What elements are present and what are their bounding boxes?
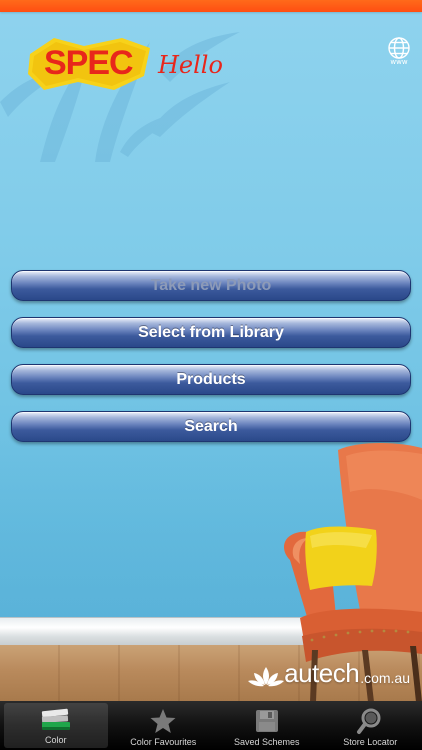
tab-color-favourites-label: Color Favourites bbox=[130, 737, 197, 747]
logo-hello-text: Hello bbox=[158, 51, 223, 79]
tab-color-favourites[interactable]: Color Favourites bbox=[112, 701, 216, 750]
logo-spec-text: SPEC bbox=[44, 44, 134, 82]
tab-color-label: Color bbox=[44, 735, 67, 745]
floppy-disk-icon bbox=[250, 706, 284, 736]
color-swatches-icon bbox=[39, 704, 73, 734]
lotus-logo-icon bbox=[248, 667, 285, 687]
tab-store-locator-label: Store Locator bbox=[343, 737, 398, 747]
tab-saved-schemes[interactable]: Saved Schemes bbox=[215, 701, 319, 750]
brand-name: autech bbox=[284, 658, 360, 688]
app-screen: SPEC Hello www Take new Photo Select fro… bbox=[0, 0, 422, 750]
tab-bar: Color Color Favourites Saved Schemes Sto… bbox=[0, 701, 422, 750]
take-photo-button[interactable]: Take new Photo bbox=[11, 270, 411, 301]
tab-color[interactable]: Color bbox=[4, 703, 108, 748]
magnifier-icon bbox=[353, 706, 387, 736]
star-icon bbox=[146, 706, 180, 736]
website-button[interactable]: www bbox=[384, 36, 414, 68]
select-library-button[interactable]: Select from Library bbox=[11, 317, 411, 348]
globe-label: www bbox=[390, 58, 408, 66]
spec-hello-logo: SPEC Hello bbox=[26, 36, 266, 96]
top-accent-strip bbox=[0, 0, 422, 12]
tab-store-locator[interactable]: Store Locator bbox=[319, 701, 422, 750]
products-button[interactable]: Products bbox=[11, 364, 411, 395]
autech-branding: autech .com.au bbox=[248, 658, 410, 689]
tab-saved-schemes-label: Saved Schemes bbox=[233, 737, 300, 747]
brand-domain-suffix: .com.au bbox=[360, 670, 410, 686]
globe-icon bbox=[388, 37, 410, 59]
